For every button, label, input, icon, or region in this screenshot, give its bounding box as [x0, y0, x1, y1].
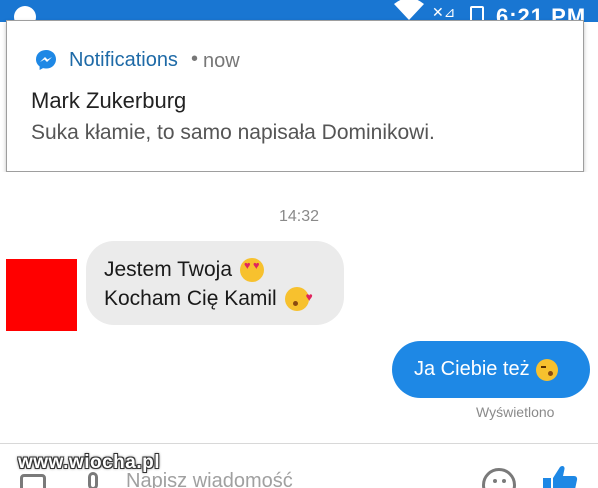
- chat-timestamp: 14:32: [278, 208, 320, 225]
- notification-separator: •: [191, 48, 199, 70]
- watermark: www.wiocha.pl: [18, 452, 160, 473]
- notification-app-name: Notifications: [69, 49, 178, 71]
- smiley-icon[interactable]: [482, 468, 516, 488]
- notification-time: now: [203, 50, 240, 72]
- incoming-line-1: Jestem Twoja: [104, 255, 326, 284]
- kissing-heart-emoji-icon: [284, 283, 313, 312]
- notification-card[interactable]: Notifications • now Mark Zukerburg Suka …: [6, 20, 584, 172]
- seen-status: Wyświetlono: [476, 404, 555, 420]
- notification-sender: Mark Zukerburg: [31, 88, 187, 113]
- camera-icon[interactable]: [20, 474, 46, 488]
- incoming-line-1-text: Jestem Twoja: [104, 258, 232, 281]
- notification-message: Suka kłamie, to samo napisała Dominikowi…: [31, 121, 435, 144]
- messenger-icon: [36, 50, 56, 70]
- incoming-line-2: Kocham Cię Kamil: [104, 283, 326, 313]
- incoming-line-2-text: Kocham Cię Kamil: [104, 287, 277, 310]
- microphone-icon[interactable]: [88, 472, 98, 488]
- no-sim-icon: ✕⊿: [432, 4, 456, 20]
- outgoing-message-bubble[interactable]: Ja Ciebie też: [392, 341, 590, 398]
- outgoing-message-text: Ja Ciebie też: [414, 358, 530, 380]
- contact-avatar[interactable]: [6, 259, 77, 331]
- wink-kiss-emoji-icon: [535, 358, 558, 381]
- incoming-message-bubble[interactable]: Jestem Twoja Kocham Cię Kamil: [86, 241, 344, 325]
- heart-eyes-emoji-icon: [240, 257, 264, 282]
- status-bar: ✕⊿ 6:21 PM: [0, 0, 598, 22]
- thumbs-up-icon[interactable]: [542, 464, 578, 488]
- wifi-icon: [394, 0, 424, 20]
